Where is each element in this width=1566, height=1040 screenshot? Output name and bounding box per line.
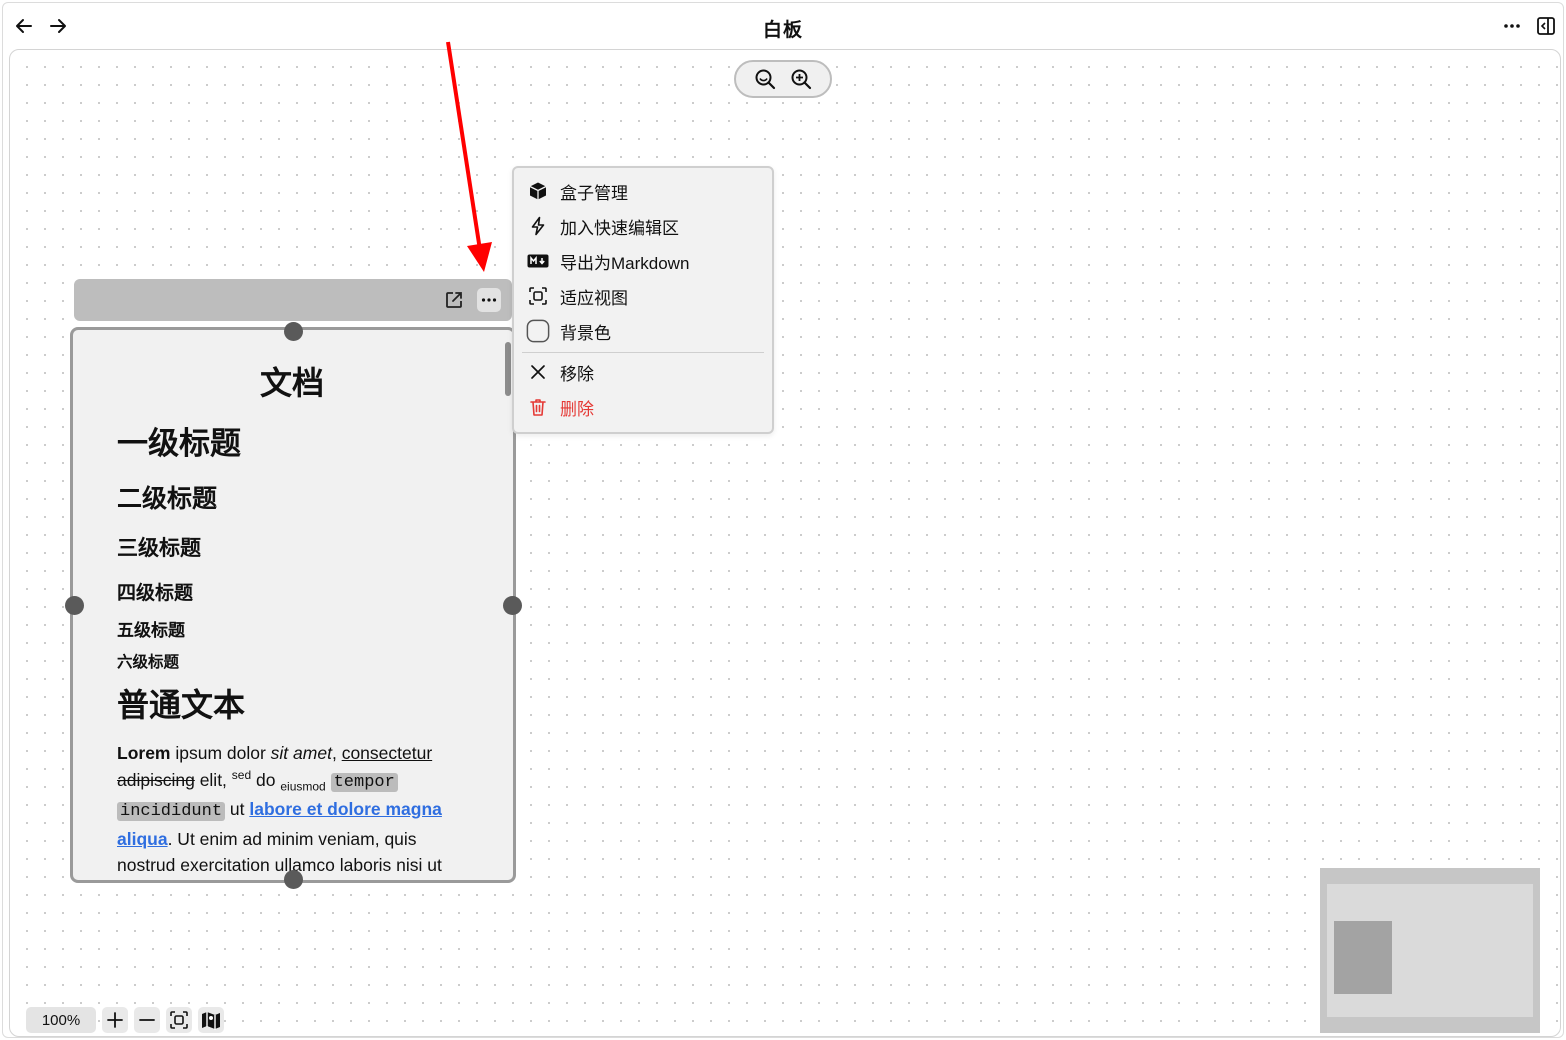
heading-6: 六级标题 [117,654,180,671]
whiteboard-canvas[interactable]: 文档 一级标题 二级标题 三级标题 四级标题 五级标题 六级标题 普通文本 Lo… [9,49,1561,1037]
more-horizontal-icon [1504,24,1520,28]
heading-3: 三级标题 [117,537,201,560]
minimap-node [1334,921,1392,994]
zoom-level[interactable]: 100% [26,1007,96,1033]
link-labore[interactable]: labore et dolore magna [249,799,442,819]
doc-title: 文档 [259,365,324,401]
menu-item-fit-view[interactable]: 适应视图 [526,281,762,311]
more-button[interactable] [1499,13,1525,39]
trash-icon [530,399,546,416]
heading-1: 一级标题 [117,426,241,461]
fit-view-icon [170,1011,188,1029]
resize-handle-right[interactable] [503,596,522,615]
link-aliqua[interactable]: aliqua [117,829,168,849]
markdown-icon [527,254,549,268]
minus-icon [139,1019,155,1021]
menu-item-delete[interactable]: 删除 [526,392,762,422]
heading-5: 五级标题 [117,621,185,640]
resize-handle-top[interactable] [284,322,303,341]
fit-view-bottom-button[interactable] [166,1007,192,1033]
plus-icon [107,1012,123,1028]
sidebar-toggle-button[interactable] [1533,13,1559,39]
app-window: 白板 文档 一级标题 二级标题 三级标题 四级标题 五级标题 六级标题 普通文本… [2,2,1564,1038]
zoom-out-bottom-button[interactable] [134,1007,160,1033]
window-title: 白板 [762,20,803,41]
sidebar-toggle-icon [1537,17,1555,35]
more-horizontal-icon [481,298,497,302]
zoom-out-icon [755,69,776,90]
bottom-toolbar: 100% [26,1006,224,1034]
context-menu: 盒子管理 加入快速编辑区 导出为Markdown 适应视图 背景色 移除 删除 [512,166,774,434]
zoom-in-icon [791,69,812,90]
map-icon [202,1012,220,1030]
title-bar: 白板 [3,3,1563,49]
scrollbar-thumb[interactable] [505,342,511,396]
color-swatch-icon [526,319,550,343]
body-paragraph: Lorem ipsum dolor sit amet, consectetur … [117,743,442,875]
card-header[interactable] [74,279,512,321]
menu-item-remove[interactable]: 移除 [526,357,762,387]
external-link-icon [446,292,462,308]
normal-text-heading: 普通文本 [117,687,246,723]
card-more-button[interactable] [477,288,501,312]
zoom-in-button[interactable] [790,68,812,90]
close-icon [531,365,545,379]
menu-item-box-manage[interactable]: 盒子管理 [526,176,762,206]
resize-handle-bottom[interactable] [284,870,303,889]
menu-item-background-color[interactable]: 背景色 [526,316,762,346]
zoom-out-button[interactable] [754,68,776,90]
menu-item-export-markdown[interactable]: 导出为Markdown [526,246,762,276]
lightning-icon [531,216,545,236]
heading-4: 四级标题 [117,583,194,604]
fit-view-icon [529,287,547,305]
menu-item-quick-edit[interactable]: 加入快速编辑区 [526,211,762,241]
zoom-in-bottom-button[interactable] [102,1007,128,1033]
document-card[interactable]: 文档 一级标题 二级标题 三级标题 四级标题 五级标题 六级标题 普通文本 Lo… [70,327,516,883]
resize-handle-left[interactable] [65,596,84,615]
box-icon [529,182,547,200]
heading-2: 二级标题 [117,485,218,513]
minimap[interactable] [1320,868,1540,1033]
zoom-pill [734,60,832,98]
open-external-button[interactable] [442,288,466,312]
minimap-toggle-button[interactable] [198,1007,224,1033]
menu-divider [522,352,764,353]
